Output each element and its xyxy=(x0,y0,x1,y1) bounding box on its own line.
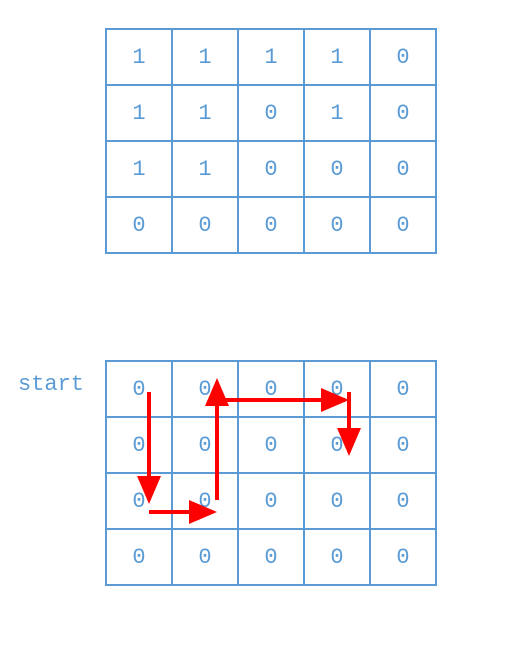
cell: 0 xyxy=(238,141,304,197)
cell: 0 xyxy=(106,529,172,585)
table-row: 1 1 1 1 0 xyxy=(106,29,436,85)
cell: 0 xyxy=(304,141,370,197)
cell: 1 xyxy=(238,29,304,85)
cell: 0 xyxy=(370,141,436,197)
cell: 0 xyxy=(238,473,304,529)
cell: 0 xyxy=(304,197,370,253)
cell: 0 xyxy=(370,29,436,85)
cell: 0 xyxy=(370,529,436,585)
table-row: 0 0 0 0 0 xyxy=(106,473,436,529)
cell: 0 xyxy=(106,197,172,253)
table-row: 0 0 0 0 0 xyxy=(106,529,436,585)
table-row: 0 0 0 0 0 xyxy=(106,361,436,417)
cell: 0 xyxy=(370,417,436,473)
cell: 1 xyxy=(172,85,238,141)
grid-top: 1 1 1 1 0 1 1 0 1 0 1 1 0 0 0 0 0 0 0 0 xyxy=(105,28,437,254)
cell: 1 xyxy=(304,85,370,141)
cell: 0 xyxy=(172,473,238,529)
cell: 1 xyxy=(106,141,172,197)
cell: 1 xyxy=(304,29,370,85)
cell: 0 xyxy=(370,361,436,417)
table-row: 1 1 0 0 0 xyxy=(106,141,436,197)
cell: 0 xyxy=(172,361,238,417)
cell: 0 xyxy=(172,529,238,585)
cell: 0 xyxy=(304,361,370,417)
cell: 0 xyxy=(238,197,304,253)
cell: 1 xyxy=(106,85,172,141)
cell: 0 xyxy=(304,529,370,585)
cell: 1 xyxy=(106,29,172,85)
cell: 0 xyxy=(304,417,370,473)
cell: 0 xyxy=(238,417,304,473)
grid-bottom: 0 0 0 0 0 0 0 0 0 0 0 0 0 0 0 0 0 0 0 0 xyxy=(105,360,437,586)
cell: 0 xyxy=(106,361,172,417)
cell: 0 xyxy=(172,197,238,253)
table-row: 1 1 0 1 0 xyxy=(106,85,436,141)
cell: 0 xyxy=(238,361,304,417)
cell: 0 xyxy=(370,197,436,253)
start-label: start xyxy=(18,372,84,397)
cell: 0 xyxy=(370,85,436,141)
cell: 0 xyxy=(238,529,304,585)
cell: 0 xyxy=(238,85,304,141)
cell: 0 xyxy=(106,473,172,529)
cell: 0 xyxy=(106,417,172,473)
table-row: 0 0 0 0 0 xyxy=(106,417,436,473)
table-row: 0 0 0 0 0 xyxy=(106,197,436,253)
cell: 1 xyxy=(172,29,238,85)
cell: 1 xyxy=(172,141,238,197)
cell: 0 xyxy=(172,417,238,473)
cell: 0 xyxy=(304,473,370,529)
cell: 0 xyxy=(370,473,436,529)
